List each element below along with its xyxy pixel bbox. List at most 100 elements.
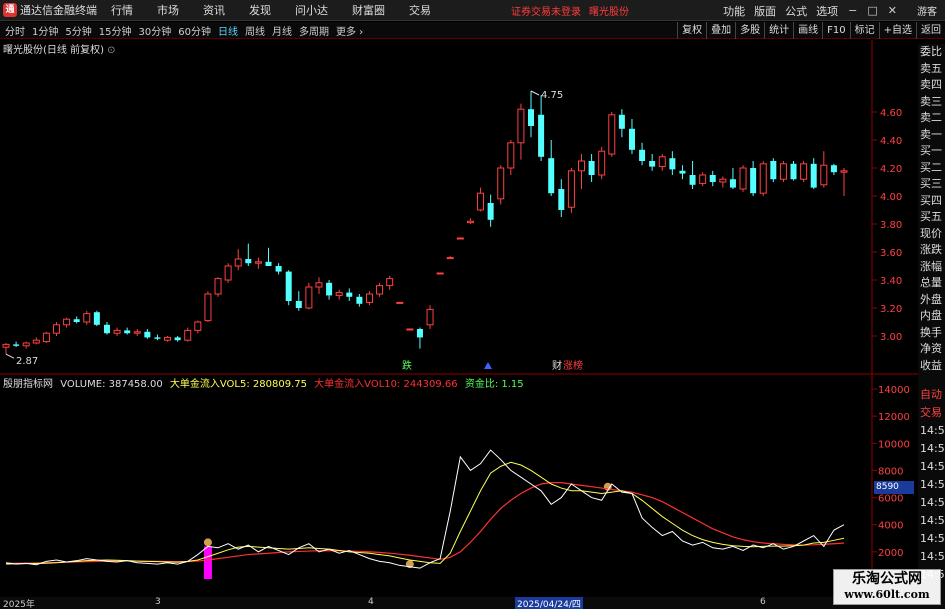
menu-options[interactable]: 选项 (816, 3, 838, 19)
close-icon[interactable]: ✕ (888, 4, 897, 17)
side-panel-item[interactable]: 内盘 (918, 308, 945, 325)
btn-mark[interactable]: 标记 (849, 22, 879, 39)
tick-panel-item[interactable]: 14:56 (918, 422, 945, 440)
period-more[interactable]: 更多 › (336, 23, 363, 38)
tick-panel-item[interactable]: 14:56 (918, 458, 945, 476)
candle-body (528, 109, 535, 126)
side-panel-item[interactable]: 买四 (918, 193, 945, 210)
side-panel-item[interactable]: 买三 (918, 176, 945, 193)
period-timeshare[interactable]: 分时 (5, 23, 25, 38)
btn-multi-stock[interactable]: 多股 (735, 22, 764, 39)
minimize-icon[interactable]: − (848, 4, 857, 17)
side-panel-item[interactable]: 卖五 (918, 61, 945, 78)
maximize-icon[interactable]: □ (867, 4, 877, 17)
side-panel-item[interactable]: 卖四 (918, 77, 945, 94)
side-panel-item[interactable]: 卖三 (918, 94, 945, 111)
menu-ask[interactable]: 问小达 (295, 2, 328, 18)
candle-body (326, 282, 333, 296)
side-panel-item[interactable]: 外盘 (918, 292, 945, 309)
menu-discover[interactable]: 发现 (249, 2, 271, 18)
candle-body (32, 339, 40, 344)
candle-body (386, 278, 394, 287)
candle-body (669, 158, 676, 170)
side-panel-item[interactable]: 卖一 (918, 127, 945, 144)
candle-body (133, 331, 141, 334)
btn-overlay[interactable]: 叠加 (706, 22, 735, 39)
tick-panel-item[interactable]: 14:56 (918, 476, 945, 494)
candle-body (436, 272, 444, 275)
menu-function[interactable]: 功能 (723, 3, 745, 19)
side-panel-item[interactable]: 总量 (918, 275, 945, 292)
tick-panel-item[interactable]: 交易 (918, 404, 945, 422)
period-daily[interactable]: 日线 (218, 23, 238, 38)
menu-market[interactable]: 市场 (157, 2, 179, 18)
candle-body (396, 301, 404, 304)
candle-body (254, 261, 262, 264)
candle-body (113, 329, 121, 334)
candle-body (73, 319, 80, 322)
indicator-name[interactable]: 殷朋指标网 (3, 379, 53, 390)
menu-trade[interactable]: 交易 (409, 2, 431, 18)
side-panel-item[interactable]: 买五 (918, 209, 945, 226)
candle-body (588, 161, 595, 175)
tick-panel-item[interactable]: 14:56 (918, 548, 945, 566)
candle-body (466, 220, 474, 224)
period-1min[interactable]: 1分钟 (32, 23, 58, 38)
btn-statistics[interactable]: 统计 (764, 22, 793, 39)
btn-f10[interactable]: F10 (822, 22, 849, 39)
guest-login[interactable]: 游客 (917, 3, 937, 18)
login-status[interactable]: 证券交易未登录 (511, 3, 581, 18)
quote-side-panel: 委比 卖五 卖四 卖三 卖二 卖一 买一 买二 买三 买四 买五 现价 涨跌 涨幅 总量 外盘 内盘 换手 净资 收益 (918, 44, 945, 389)
volume-marker-badge: 8590 (874, 481, 914, 494)
side-panel-item[interactable]: 委比 (918, 44, 945, 61)
candle-body (658, 156, 666, 168)
candle-body (315, 282, 323, 288)
tick-panel-item[interactable]: 14:56 (918, 494, 945, 512)
candle-body (618, 114, 625, 129)
period-weekly[interactable]: 周线 (245, 23, 265, 38)
btn-restore-rights[interactable]: 复权 (677, 22, 706, 39)
candle-body (184, 329, 192, 341)
tick-panel-item[interactable]: 14:56 (918, 512, 945, 530)
high-arrow (530, 90, 540, 96)
btn-add-watchlist[interactable]: +自选 (878, 22, 916, 39)
period-multi[interactable]: 多周期 (299, 23, 329, 38)
side-panel-item[interactable]: 涨幅 (918, 259, 945, 276)
side-panel-item[interactable]: 收益 (918, 358, 945, 375)
side-panel-item[interactable]: 涨跌 (918, 242, 945, 259)
tick-panel-item[interactable]: 自动 (918, 386, 945, 404)
side-panel-item[interactable]: 净资 (918, 341, 945, 358)
chevron-down-icon[interactable]: ⊙ (107, 45, 115, 56)
candle-body (406, 328, 414, 331)
candle-body (679, 170, 686, 174)
candle-body (477, 192, 485, 211)
candle-body (709, 175, 716, 182)
tick-panel-item[interactable]: 14:56 (918, 440, 945, 458)
period-monthly[interactable]: 月线 (272, 23, 292, 38)
menu-formula[interactable]: 公式 (785, 3, 807, 19)
indicator-label-row: 殷朋指标网 VOLUME: 387458.00 大单金流入VOL5: 28080… (3, 375, 528, 390)
candle-body (456, 237, 464, 240)
side-panel-item[interactable]: 现价 (918, 226, 945, 243)
candle-body (840, 170, 848, 173)
side-panel-item[interactable]: 买一 (918, 143, 945, 160)
period-15min[interactable]: 15分钟 (99, 23, 132, 38)
candle-body (2, 343, 10, 348)
side-panel-item[interactable]: 买二 (918, 160, 945, 177)
side-panel-item[interactable]: 卖二 (918, 110, 945, 127)
candle-body (830, 165, 837, 173)
chart-area[interactable]: 4.60 4.40 4.20 4.00 3.80 3.60 3.40 3.20 3.00 1400… (0, 40, 918, 597)
period-60min[interactable]: 60分钟 (178, 23, 211, 38)
menu-wealth[interactable]: 财富圈 (352, 2, 385, 18)
btn-back[interactable]: 返回 (916, 22, 945, 39)
menu-layout[interactable]: 版面 (754, 3, 776, 19)
period-5min[interactable]: 5分钟 (65, 23, 91, 38)
watermark-url: www.60lt.com (844, 588, 930, 601)
btn-draw-line[interactable]: 画线 (793, 22, 822, 39)
period-30min[interactable]: 30分钟 (138, 23, 171, 38)
menu-quotes[interactable]: 行情 (111, 2, 133, 18)
tick-panel-item[interactable]: 14:56 (918, 530, 945, 548)
menu-news[interactable]: 资讯 (203, 2, 225, 18)
candle-body (517, 108, 525, 144)
side-panel-item[interactable]: 换手 (918, 325, 945, 342)
